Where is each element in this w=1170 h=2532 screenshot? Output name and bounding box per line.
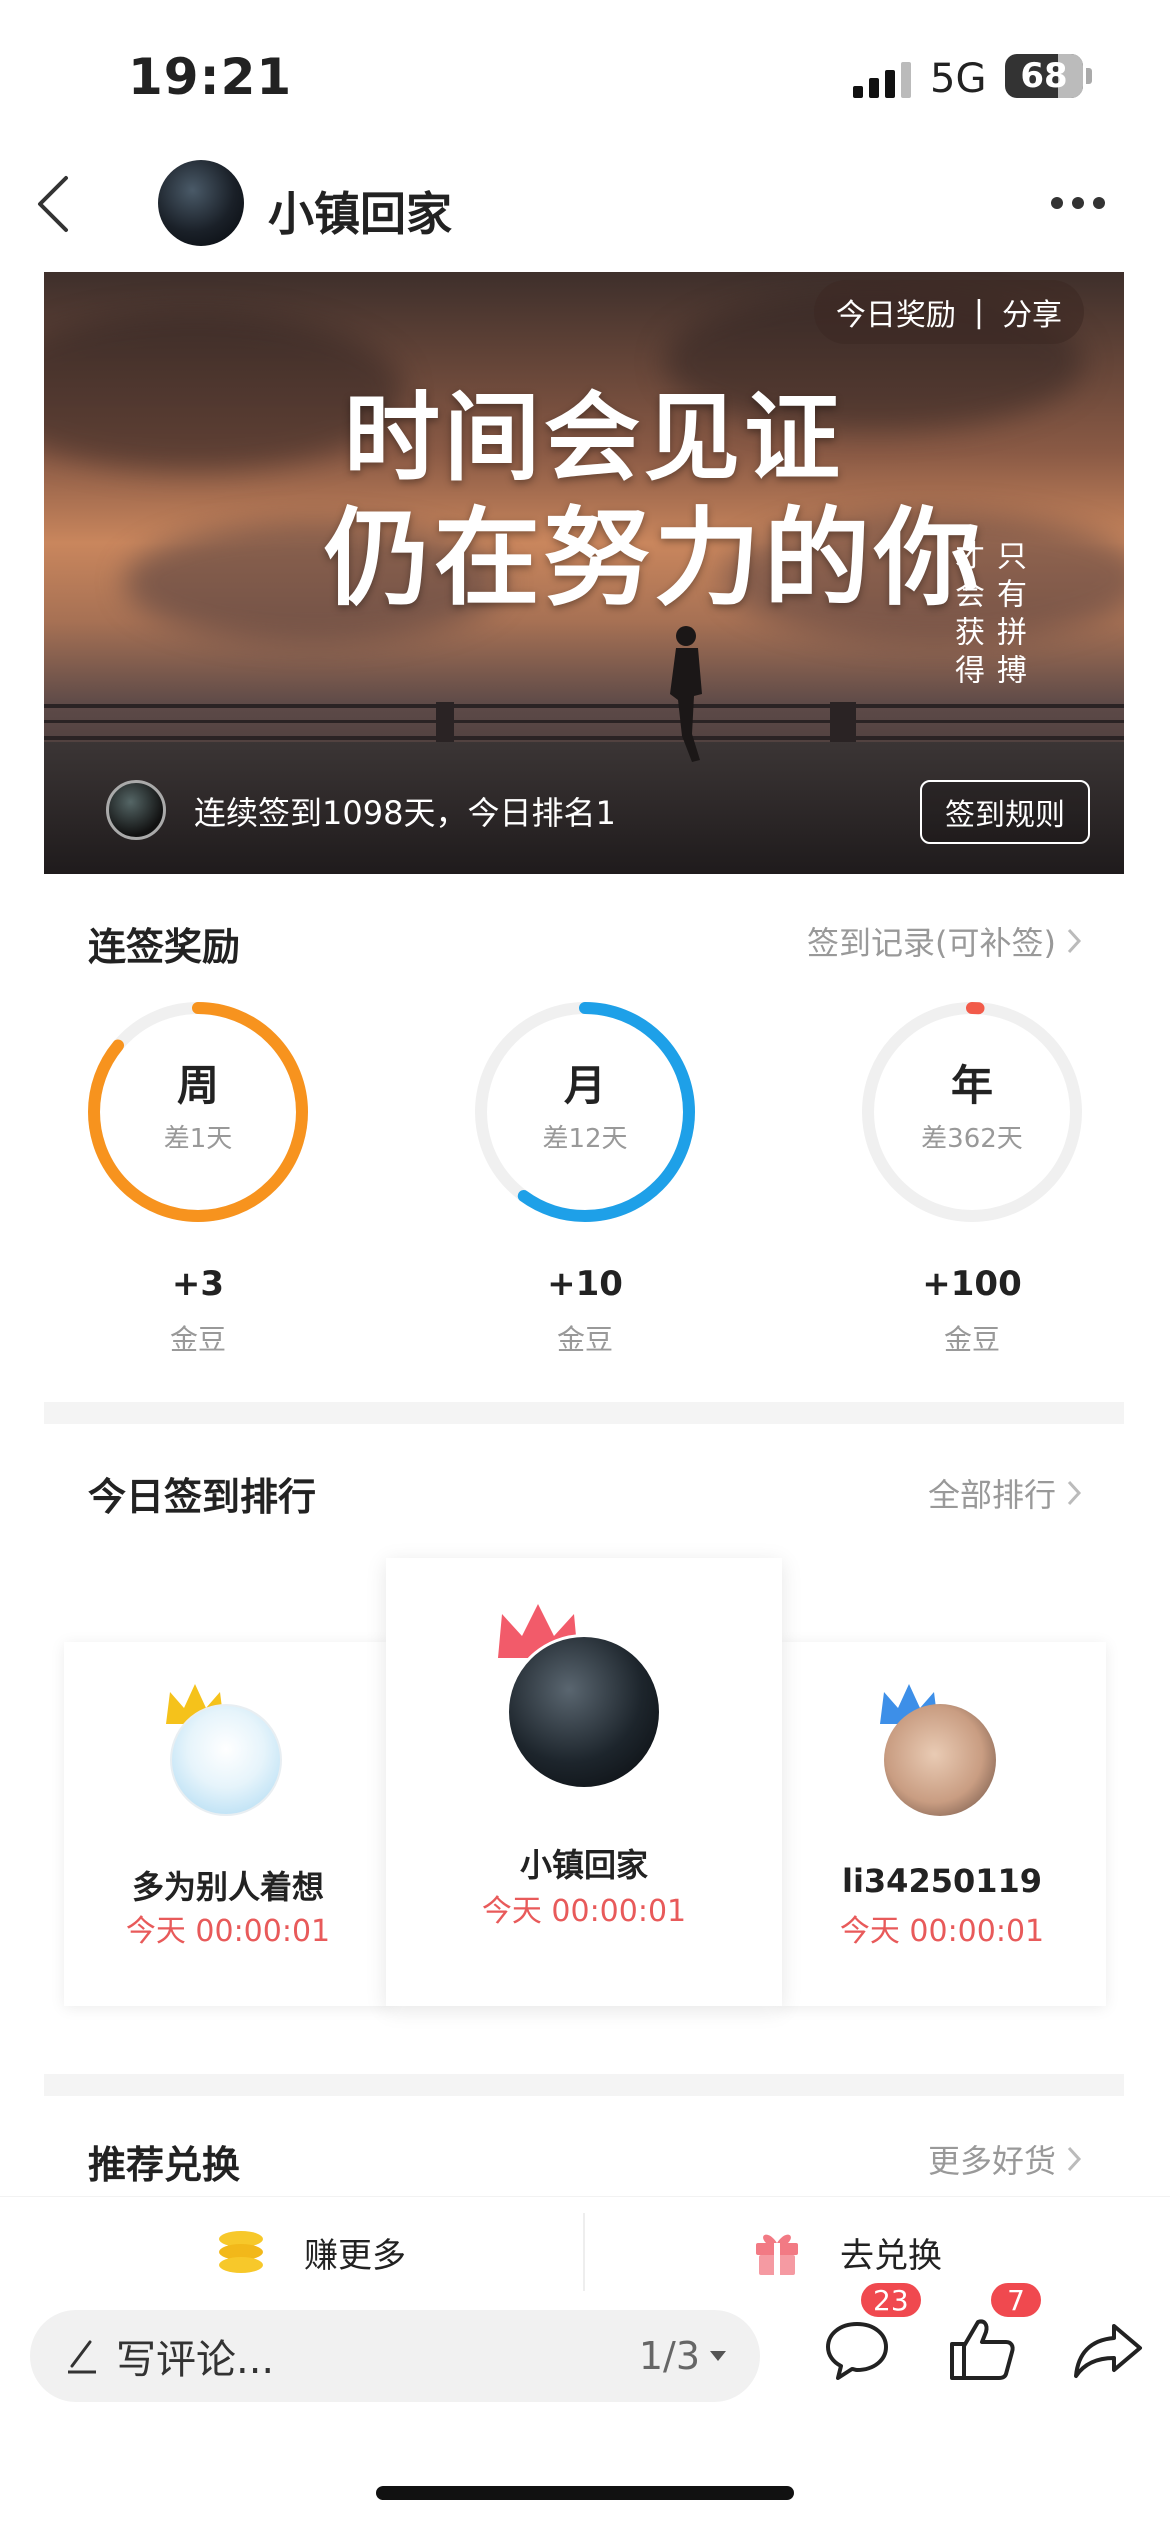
pill-separator: | <box>973 294 984 330</box>
comment-count-badge: 23 <box>858 2280 924 2320</box>
rank-time-first: 今天 00:00:01 <box>481 1894 687 1929</box>
page-indicator-label: 1/3 <box>638 2334 700 2378</box>
week-label: 周 <box>176 1061 219 1110</box>
runner-silhouette <box>670 626 702 762</box>
rank-card-third[interactable]: li34250119 今天 00:00:01 <box>778 1642 1106 2006</box>
rank-name-second: 多为别人着想 <box>131 1868 324 1906</box>
banner-vertical-left: 才会获得 <box>949 540 984 692</box>
share-icon[interactable] <box>1072 2320 1144 2380</box>
section-divider <box>44 1402 1124 1424</box>
rank-name-first: 小镇回家 <box>519 1846 648 1884</box>
week-points-unit: 金豆 <box>169 1323 226 1356</box>
user-avatar[interactable] <box>158 160 244 246</box>
year-points-unit: 金豆 <box>943 1323 1000 1356</box>
streak-section-title: 连签奖励 <box>88 925 241 969</box>
home-indicator <box>376 2486 794 2500</box>
all-ranking-label: 全部排行 <box>927 1476 1056 1514</box>
comment-input[interactable]: 写评论... 1/3 <box>30 2310 760 2402</box>
battery-tip <box>1086 68 1092 84</box>
rank-name-third: li34250119 <box>841 1862 1043 1900</box>
chevron-right-icon <box>1067 1480 1082 1506</box>
rank-card-second[interactable]: 多为别人着想 今天 00:00:01 <box>64 1642 392 2006</box>
month-points-unit: 金豆 <box>556 1323 613 1356</box>
year-remaining: 差362天 <box>921 1124 1023 1154</box>
more-goods-label: 更多好货 <box>927 2142 1056 2180</box>
week-points: +3 <box>171 1264 225 1304</box>
more-icon[interactable] <box>1050 196 1106 210</box>
rank-avatar-first <box>506 1634 662 1790</box>
cellular-signal-icon <box>853 62 911 98</box>
year-points: +100 <box>922 1264 1022 1304</box>
week-remaining: 差1天 <box>163 1124 233 1154</box>
banner-headline-2: 仍在努力的你 <box>324 495 984 620</box>
more-goods-link[interactable]: 更多好货 <box>928 2136 1082 2182</box>
section-divider <box>44 2074 1124 2096</box>
checkin-banner: 今日奖励 | 分享 时间会见证 仍在努力的你 只有拼搏 才会获得 连续签到109… <box>44 272 1124 874</box>
like-count-badge: 7 <box>988 2280 1044 2320</box>
back-arrow-icon[interactable] <box>32 172 72 236</box>
month-points: +10 <box>547 1264 623 1304</box>
comment-placeholder: 写评论... <box>116 2337 275 2383</box>
status-time: 19:21 <box>128 48 293 106</box>
today-reward-link[interactable]: 今日奖励 <box>836 290 956 334</box>
network-type: 5G <box>930 56 987 102</box>
checkin-record-link[interactable]: 签到记录(可补签) <box>807 918 1082 964</box>
checkin-avatar <box>106 780 166 840</box>
gift-icon <box>756 2234 798 2275</box>
checkin-rules-button[interactable]: 签到规则 <box>920 780 1090 844</box>
month-remaining: 差12天 <box>542 1124 628 1154</box>
earn-more-label: 赚更多 <box>304 2235 406 2276</box>
chevron-right-icon <box>1067 2146 1082 2172</box>
like-icon[interactable] <box>948 2316 1016 2382</box>
rank-avatar-second <box>170 1704 282 1816</box>
action-separator <box>583 2213 585 2291</box>
year-label: 年 <box>950 1061 993 1110</box>
checkin-status-text: 连续签到1098天，今日排名1 <box>194 794 616 832</box>
rank-avatar-third <box>884 1704 996 1816</box>
reward-share-pill[interactable]: 今日奖励 | 分享 <box>813 280 1084 344</box>
rank-card-first[interactable]: 小镇回家 今天 00:00:01 <box>386 1558 782 2006</box>
rank-time-third: 今天 00:00:01 <box>839 1914 1045 1949</box>
banner-vertical-right: 只有拼搏 <box>991 540 1026 692</box>
caret-down-icon <box>710 2351 726 2361</box>
checkin-record-label: 签到记录(可补签) <box>807 924 1056 962</box>
page-title: 小镇回家 <box>268 187 452 241</box>
railing-graphic <box>44 702 1124 742</box>
share-link[interactable]: 分享 <box>1002 290 1062 334</box>
ranking-section-title: 今日签到排行 <box>88 1475 317 1519</box>
coins-icon <box>219 2231 263 2273</box>
redeem-label: 去兑换 <box>840 2235 942 2276</box>
all-ranking-link[interactable]: 全部排行 <box>928 1470 1082 1516</box>
battery-icon: 68 <box>1005 54 1083 98</box>
earn-more-button[interactable]: 赚更多 <box>216 2197 406 2307</box>
battery-level: 68 <box>1020 56 1068 96</box>
chevron-right-icon <box>1067 928 1082 954</box>
rank-time-second: 今天 00:00:01 <box>125 1914 331 1949</box>
recommend-section-title: 推荐兑换 <box>88 2143 241 2187</box>
comment-icon[interactable] <box>824 2318 890 2382</box>
month-label: 月 <box>563 1061 606 1110</box>
page-indicator[interactable]: 1/3 <box>639 2334 728 2378</box>
pen-icon <box>68 2340 96 2374</box>
